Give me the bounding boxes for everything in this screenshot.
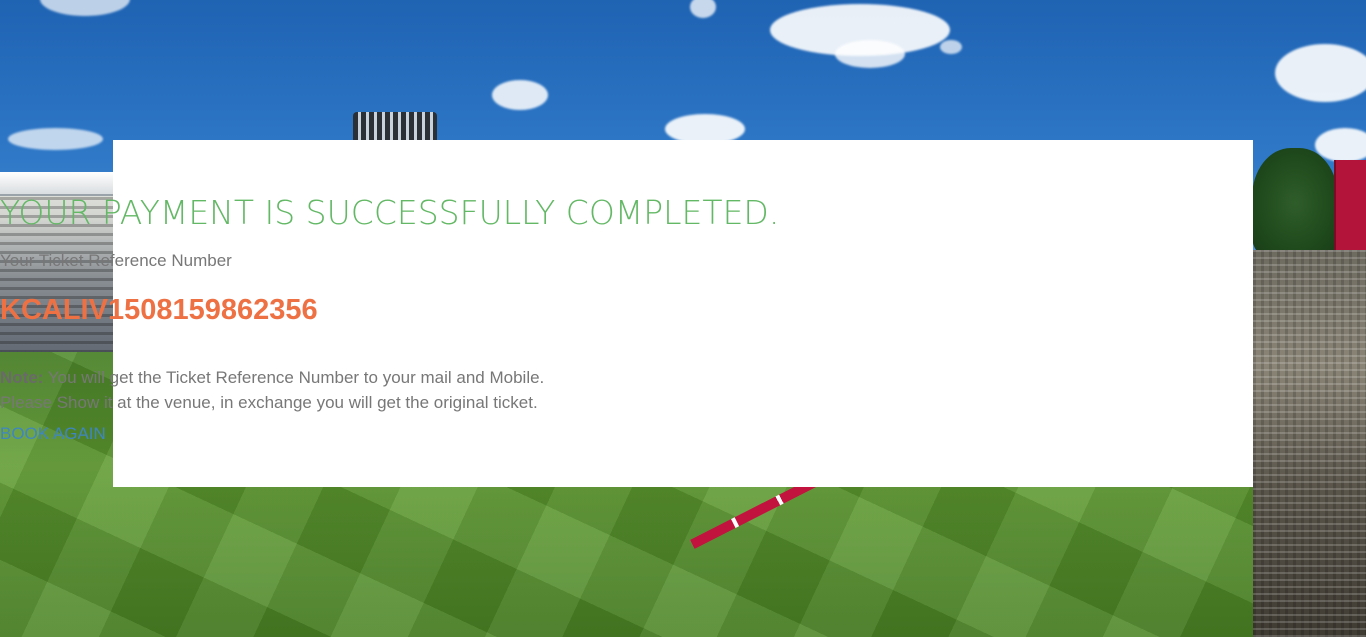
note-line-1: Note: You will get the Ticket Reference … [0, 365, 1366, 390]
cloud [1315, 128, 1366, 162]
cloud [492, 80, 548, 110]
note-line-2: Please Show it at the venue, in exchange… [0, 393, 538, 412]
note-line-1-text: You will get the Ticket Reference Number… [47, 368, 545, 387]
ticket-reference-number: KCALIV1508159862356 [0, 294, 318, 326]
cloud [940, 40, 962, 54]
cloud [8, 128, 103, 150]
cloud [835, 40, 905, 68]
note-block: Note: You will get the Ticket Reference … [0, 365, 1366, 415]
cloud [1275, 44, 1366, 102]
ticket-reference-label: Your Ticket Reference Number [0, 251, 232, 270]
payment-success-title: YOUR PAYMENT IS SUCCESSFULLY COMPLETED. [0, 193, 780, 232]
floodlight [353, 112, 437, 142]
note-label: Note: [0, 368, 44, 387]
book-again-label[interactable]: BOOK AGAIN [0, 424, 106, 443]
book-again-link[interactable]: BOOK AGAIN [0, 424, 1366, 444]
